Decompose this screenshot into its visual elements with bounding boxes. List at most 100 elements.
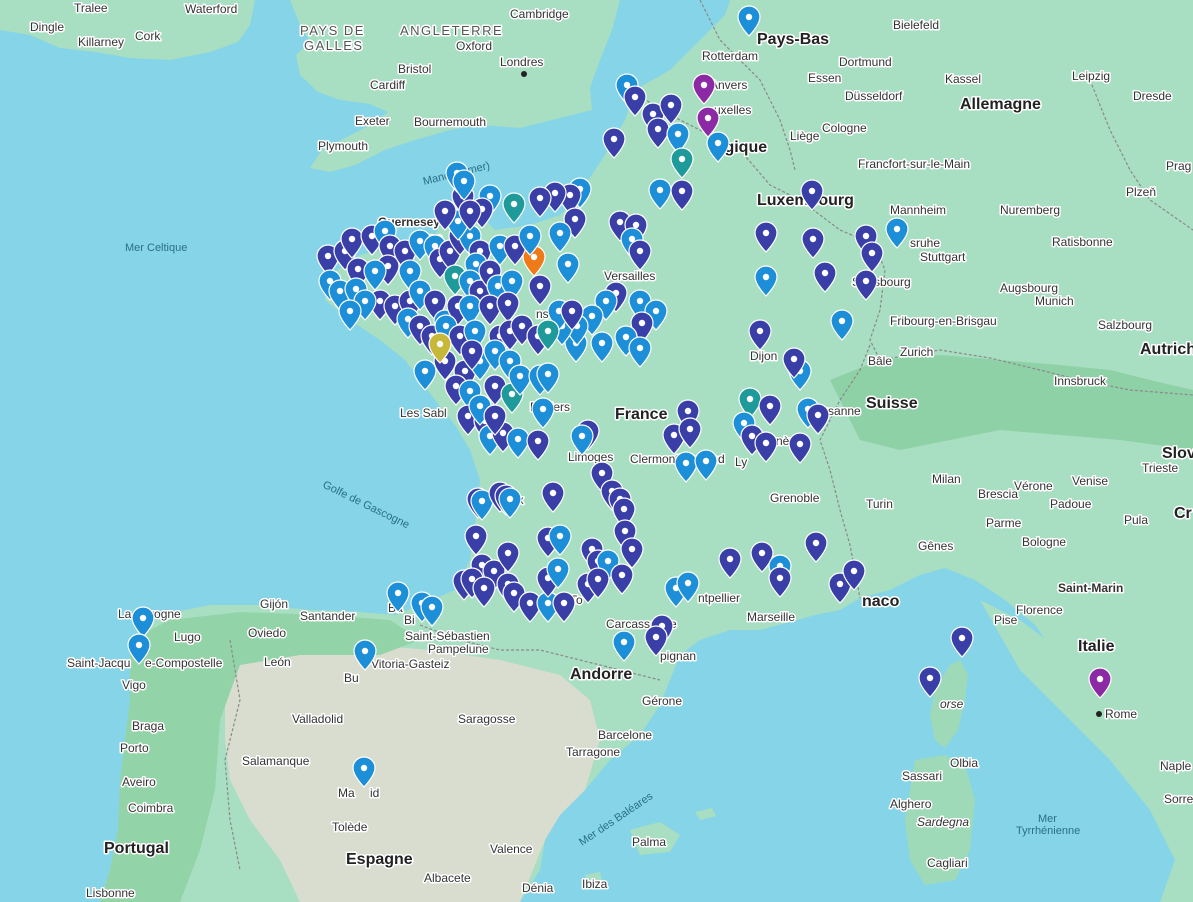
map-canvas[interactable]: Tralee Waterford Dingle Cork Killarney P… bbox=[0, 0, 1193, 902]
label-salamanque: Salamanque bbox=[242, 754, 310, 768]
label-stuttgart: Stuttgart bbox=[920, 250, 966, 264]
label-essen: Essen bbox=[808, 71, 841, 85]
label-cologne: Cologne bbox=[822, 121, 867, 135]
label-vigo: Vigo bbox=[122, 678, 146, 692]
label-fribourg: Fribourg-en-Brisgau bbox=[890, 314, 997, 328]
label-portugal: Portugal bbox=[104, 840, 169, 857]
label-saint-marin: Saint-Marin bbox=[1058, 581, 1123, 595]
label-le-mans: ns bbox=[536, 307, 549, 321]
label-genes: Gênes bbox=[918, 539, 953, 553]
label-turin: Turin bbox=[866, 497, 893, 511]
label-kassel: Kassel bbox=[945, 72, 981, 86]
label-saint-jacques: Saint-Jacqu bbox=[67, 656, 130, 670]
label-oviedo: Oviedo bbox=[248, 626, 286, 640]
label-marseille: Marseille bbox=[747, 610, 795, 624]
label-cork: Cork bbox=[135, 29, 161, 43]
label-plzen: Plzeň bbox=[1126, 185, 1156, 199]
label-slovenie: Slov bbox=[1162, 445, 1193, 462]
label-tolede: Tolède bbox=[332, 820, 368, 834]
label-munich: Munich bbox=[1035, 294, 1074, 308]
label-florence: Florence bbox=[1016, 603, 1063, 617]
label-rotterdam: Rotterdam bbox=[702, 49, 758, 63]
label-angleterre: ANGLETERRE bbox=[400, 23, 503, 38]
label-venise: Venise bbox=[1072, 474, 1108, 488]
label-mer-tyrrhenienne-2: Tyrrhénienne bbox=[1016, 825, 1080, 837]
label-braga: Braga bbox=[132, 719, 164, 733]
label-bilbao: Bi bbox=[404, 613, 415, 627]
label-parme: Parme bbox=[986, 516, 1022, 530]
label-barcelone: Barcelone bbox=[598, 728, 652, 742]
label-tarragone: Tarragone bbox=[566, 745, 620, 759]
label-verone: Vérone bbox=[1014, 479, 1053, 493]
label-porto: Porto bbox=[120, 741, 149, 755]
label-galles: GALLES bbox=[304, 38, 364, 53]
label-limoges: Limoges bbox=[568, 450, 613, 464]
label-milan: Milan bbox=[932, 472, 961, 486]
label-dortmund: Dortmund bbox=[839, 55, 892, 69]
label-france: France bbox=[615, 406, 668, 423]
label-palma: Palma bbox=[632, 835, 666, 849]
label-lyon: Ly bbox=[735, 455, 747, 469]
label-pays-bas: Pays-Bas bbox=[757, 31, 829, 48]
label-olbia: Olbia bbox=[950, 756, 978, 770]
label-salzbourg: Salzbourg bbox=[1098, 318, 1152, 332]
label-pula: Pula bbox=[1124, 513, 1148, 527]
capital-dot-icon bbox=[521, 71, 527, 77]
label-zurich: Zurich bbox=[900, 345, 933, 359]
label-innsbruck: Innsbruck bbox=[1054, 374, 1107, 388]
label-burgos: Bu bbox=[344, 671, 359, 685]
label-oxford: Oxford bbox=[456, 39, 492, 53]
label-madrid: Ma bbox=[338, 786, 355, 800]
label-leon: León bbox=[264, 655, 291, 669]
label-saragosse: Saragosse bbox=[458, 712, 516, 726]
label-cambridge: Cambridge bbox=[510, 7, 569, 21]
label-exeter: Exeter bbox=[355, 114, 390, 128]
label-cagliari: Cagliari bbox=[927, 856, 968, 870]
label-dresde: Dresde bbox=[1133, 89, 1172, 103]
label-allemagne: Allemagne bbox=[960, 96, 1041, 113]
label-madrid-tail: id bbox=[370, 786, 379, 800]
label-trieste: Trieste bbox=[1142, 461, 1179, 475]
label-perpignan: pignan bbox=[660, 649, 696, 663]
label-aveiro: Aveiro bbox=[122, 775, 156, 789]
label-pampelune: Pampelune bbox=[428, 642, 489, 656]
label-bielefeld: Bielefeld bbox=[893, 18, 939, 32]
label-bale: Bâle bbox=[868, 354, 892, 368]
label-coimbra: Coimbra bbox=[128, 801, 174, 815]
label-bournemouth: Bournemouth bbox=[414, 115, 486, 129]
label-mannheim: Mannheim bbox=[890, 203, 946, 217]
label-sassari: Sassari bbox=[902, 769, 942, 783]
label-prag: Prag bbox=[1166, 159, 1191, 173]
label-plymouth: Plymouth bbox=[318, 139, 368, 153]
label-sorrento: Sorre bbox=[1164, 792, 1193, 806]
label-cardiff: Cardiff bbox=[370, 78, 406, 92]
label-karlsruhe: sruhe bbox=[910, 236, 940, 250]
label-rome: Rome bbox=[1105, 707, 1137, 721]
label-les-sables: Les Sabl bbox=[400, 406, 447, 420]
label-waterford: Waterford bbox=[185, 2, 237, 16]
label-brescia: Brescia bbox=[978, 487, 1018, 501]
label-bristol: Bristol bbox=[398, 62, 431, 76]
label-bologne: Bologne bbox=[1022, 535, 1066, 549]
label-espagne: Espagne bbox=[346, 851, 413, 868]
label-grenoble: Grenoble bbox=[770, 491, 820, 505]
label-lugo: Lugo bbox=[174, 630, 201, 644]
label-augsbourg: Augsbourg bbox=[1000, 281, 1058, 295]
label-santander: Santander bbox=[300, 609, 355, 623]
label-alghero: Alghero bbox=[890, 797, 932, 811]
label-valladolid: Valladolid bbox=[292, 712, 343, 726]
label-mer-celtique: Mer Celtique bbox=[125, 242, 187, 254]
label-montpellier: ntpellier bbox=[698, 591, 740, 605]
label-leipzig: Leipzig bbox=[1072, 69, 1110, 83]
label-liege: Liège bbox=[790, 129, 820, 143]
label-tralee: Tralee bbox=[74, 1, 108, 15]
label-francfort: Francfort-sur-le-Main bbox=[858, 157, 970, 171]
capital-dot-icon bbox=[1096, 711, 1102, 717]
label-dijon: Dijon bbox=[750, 349, 777, 363]
label-dusseldorf: Düsseldorf bbox=[845, 89, 903, 103]
label-gerone: Gérone bbox=[642, 694, 682, 708]
label-andorre: Andorre bbox=[570, 666, 632, 683]
label-padoue: Padoue bbox=[1050, 497, 1092, 511]
label-bruxelles: uxelles bbox=[714, 103, 751, 117]
label-pays-de: PAYS DE bbox=[300, 23, 365, 38]
